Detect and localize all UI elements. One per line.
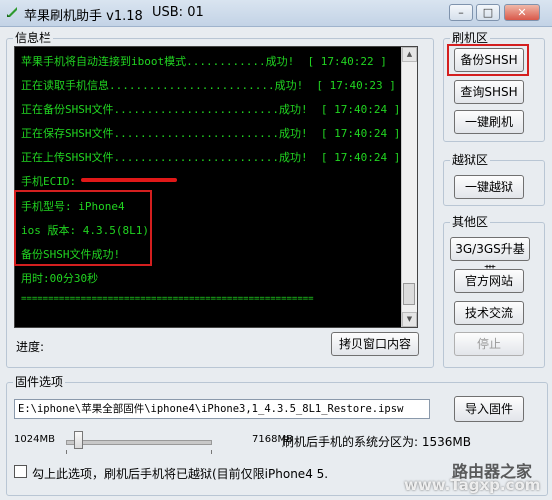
tech-forum-button[interactable]: 技术交流 bbox=[454, 301, 524, 325]
log-line: 苹果手机将自动连接到iboot模式............成功! [ 17:40… bbox=[21, 55, 387, 68]
log-line: 正在备份SHSH文件.........................成功! [… bbox=[21, 103, 401, 116]
scroll-up-icon[interactable]: ▲ bbox=[402, 47, 417, 62]
one-click-flash-button[interactable]: 一键刷机 bbox=[454, 110, 524, 134]
jailbreak-after-flash-label: 勾上此选项，刷机后手机将已越狱(目前仅限iPhone4 5. bbox=[32, 467, 329, 481]
console-scrollbar[interactable]: ▲ ▼ bbox=[401, 47, 417, 327]
partition-size-text: 刷机后手机的系统分区为: 1536MB bbox=[282, 435, 471, 449]
baseband-upgrade-button[interactable]: 3G/3GS升基带 bbox=[450, 237, 530, 278]
firmware-panel-title: 固件选项 bbox=[13, 375, 66, 389]
log-line: ========================================… bbox=[21, 294, 314, 304]
log-line: 用时:00分30秒 bbox=[21, 272, 99, 285]
import-firmware-button[interactable]: 导入固件 bbox=[454, 396, 524, 422]
other-panel-title: 其他区 bbox=[450, 215, 491, 229]
partition-slider-track[interactable] bbox=[66, 440, 212, 445]
info-panel-title: 信息栏 bbox=[13, 31, 54, 45]
jailbreak-after-flash-checkbox[interactable] bbox=[14, 465, 27, 478]
stop-button[interactable]: 停止 bbox=[454, 332, 524, 356]
copy-window-content-button[interactable]: 拷贝窗口内容 bbox=[331, 332, 419, 356]
window-title: 苹果刷机助手 v1.18 bbox=[24, 9, 143, 24]
maximize-button[interactable]: □ bbox=[476, 4, 500, 21]
partition-slider-thumb[interactable] bbox=[74, 431, 84, 449]
one-click-jailbreak-button[interactable]: 一键越狱 bbox=[454, 175, 524, 199]
official-website-button[interactable]: 官方网站 bbox=[454, 269, 524, 293]
min-size-label: 1024MB bbox=[14, 434, 55, 445]
jailbreak-panel-title: 越狱区 bbox=[450, 153, 491, 167]
backup-shsh-highlight bbox=[447, 44, 529, 76]
log-console: 苹果手机将自动连接到iboot模式............成功! [ 17:40… bbox=[14, 46, 418, 328]
log-line: 正在保存SHSH文件.........................成功! [… bbox=[21, 127, 401, 140]
close-button[interactable]: ✕ bbox=[504, 4, 540, 21]
log-line: 手机ECID: bbox=[21, 175, 77, 188]
slider-ticks bbox=[66, 450, 212, 454]
usb-status: USB: 01 bbox=[152, 5, 204, 20]
log-line: 正在上传SHSH文件.........................成功! [… bbox=[21, 151, 401, 164]
log-line: 正在读取手机信息.........................成功! [ 1… bbox=[21, 79, 396, 92]
device-info-highlight bbox=[14, 190, 152, 266]
firmware-path-field[interactable]: E:\iphone\苹果全部固件\iphone4\iPhone3,1_4.3.5… bbox=[14, 399, 430, 419]
scroll-thumb[interactable] bbox=[403, 283, 415, 305]
title-bar: 苹果刷机助手 v1.18 USB: 01 – □ ✕ bbox=[0, 0, 552, 27]
query-shsh-button[interactable]: 查询SHSH bbox=[454, 80, 524, 104]
redacted-ecid-mark bbox=[81, 178, 177, 182]
app-logo-icon bbox=[7, 7, 17, 17]
scroll-down-icon[interactable]: ▼ bbox=[402, 312, 417, 327]
progress-label: 进度: bbox=[16, 340, 45, 354]
flash-panel-title: 刷机区 bbox=[450, 31, 491, 45]
watermark-url: www.Tagxp.com bbox=[404, 476, 541, 494]
minimize-button[interactable]: – bbox=[449, 4, 473, 21]
